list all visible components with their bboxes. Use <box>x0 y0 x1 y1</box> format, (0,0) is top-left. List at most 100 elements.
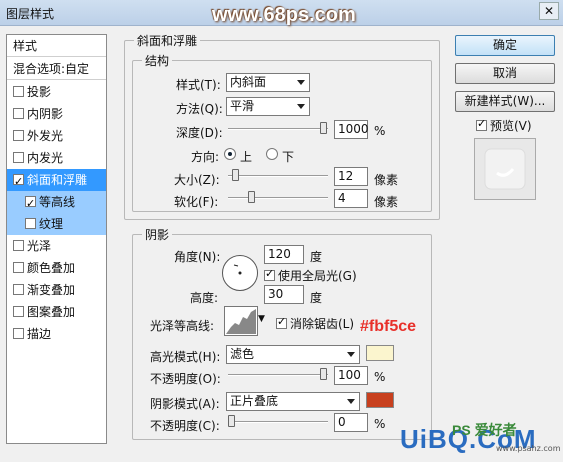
blending-options-item[interactable]: 混合选项:自定 <box>7 58 106 80</box>
direction-label: 方向: <box>191 150 220 164</box>
depth-unit: % <box>374 124 386 138</box>
size-label: 大小(Z): <box>174 173 220 187</box>
close-button[interactable]: ✕ <box>539 2 559 20</box>
style-label: 样式(T): <box>176 78 221 92</box>
direction-up-radio[interactable] <box>224 148 236 160</box>
style-item-stroke[interactable]: 描边 <box>7 323 106 345</box>
style-item-contour[interactable]: 等高线 <box>7 191 106 215</box>
style-item-label: 投影 <box>27 85 52 99</box>
style-select[interactable]: 内斜面 <box>226 73 310 92</box>
method-select[interactable]: 平滑 <box>226 97 310 116</box>
size-unit: 像素 <box>374 173 399 187</box>
preview-toggle[interactable]: 预览(V) <box>476 117 532 134</box>
highlight-mode-select[interactable]: 滤色 <box>226 345 360 364</box>
style-item-satin[interactable]: 光泽 <box>7 235 106 257</box>
depth-label: 深度(D): <box>176 126 223 140</box>
depth-input[interactable]: 1000 <box>334 120 369 139</box>
altitude-input[interactable]: 30 <box>264 285 304 304</box>
inner-glow-checkbox[interactable] <box>13 152 24 163</box>
size-input[interactable]: 12 <box>334 167 368 186</box>
global-light-label: 使用全局光(G) <box>278 269 357 283</box>
soften-label: 软化(F): <box>174 195 219 209</box>
anti-alias-checkbox[interactable] <box>276 315 287 329</box>
shading-title: 阴影 <box>142 226 173 243</box>
style-item-outer-glow[interactable]: 外发光 <box>7 125 106 147</box>
shadow-opacity-label: 不透明度(C): <box>150 419 220 433</box>
bevel-emboss-title: 斜面和浮雕 <box>134 32 201 49</box>
shadow-opacity-slider[interactable] <box>228 421 328 423</box>
gradient-overlay-checkbox[interactable] <box>13 284 24 295</box>
direction-down-radio[interactable] <box>266 148 278 160</box>
style-item-drop-shadow[interactable]: 投影 <box>7 81 106 103</box>
highlight-mode-label: 高光模式(H): <box>150 350 221 364</box>
new-style-button[interactable]: 新建样式(W)... <box>455 91 555 112</box>
angle-dial[interactable] <box>222 255 258 291</box>
gloss-contour-picker[interactable] <box>224 306 258 336</box>
inner-shadow-checkbox[interactable] <box>13 108 24 119</box>
style-item-label: 内阴影 <box>27 107 64 121</box>
watermark-url: www.psahz.com <box>496 444 561 453</box>
anti-alias-label: 消除锯齿(L) <box>290 317 355 331</box>
style-item-inner-shadow[interactable]: 内阴影 <box>7 103 106 125</box>
style-item-label: 颜色叠加 <box>27 261 76 275</box>
texture-checkbox[interactable] <box>25 218 36 229</box>
style-item-bevel-emboss[interactable]: 斜面和浮雕 <box>7 169 106 193</box>
window-title: 图层样式 <box>6 7 55 21</box>
direction-down-label: 下 <box>282 150 295 164</box>
anti-alias-toggle[interactable]: 消除锯齿(L) <box>276 315 354 332</box>
size-slider-thumb[interactable] <box>232 169 239 181</box>
highlight-opacity-slider[interactable] <box>228 374 328 376</box>
soften-input[interactable]: 4 <box>334 189 368 208</box>
shadow-mode-select[interactable]: 正片叠底 <box>226 392 360 411</box>
style-item-label: 斜面和浮雕 <box>27 173 88 187</box>
global-light-checkbox[interactable] <box>264 267 275 281</box>
style-item-label: 内发光 <box>27 151 64 165</box>
style-item-label: 纹理 <box>39 217 64 231</box>
bevel-emboss-checkbox[interactable] <box>13 171 24 193</box>
method-value: 平滑 <box>230 99 255 113</box>
shadow-mode-label: 阴影模式(A): <box>150 397 220 411</box>
altitude-label: 高度: <box>190 291 219 305</box>
cancel-button[interactable]: 取消 <box>455 63 555 84</box>
style-item-inner-glow[interactable]: 内发光 <box>7 147 106 169</box>
style-item-texture[interactable]: 纹理 <box>7 213 106 235</box>
soften-slider-thumb[interactable] <box>248 191 255 203</box>
angle-input[interactable]: 120 <box>264 245 304 264</box>
shadow-opacity-thumb[interactable] <box>228 415 235 427</box>
angle-label: 角度(N): <box>174 250 221 264</box>
contour-checkbox[interactable] <box>25 193 36 215</box>
styles-header[interactable]: 样式 <box>7 35 106 57</box>
highlight-opacity-label: 不透明度(O): <box>150 372 221 386</box>
shadow-color-swatch[interactable] <box>366 392 394 408</box>
color-overlay-checkbox[interactable] <box>13 262 24 273</box>
style-preview <box>474 138 536 200</box>
style-item-gradient-overlay[interactable]: 渐变叠加 <box>7 279 106 301</box>
size-slider[interactable] <box>228 175 328 177</box>
style-item-pattern-overlay[interactable]: 图案叠加 <box>7 301 106 323</box>
ok-button[interactable]: 确定 <box>455 35 555 56</box>
shadow-opacity-input[interactable]: 0 <box>334 413 368 432</box>
drop-shadow-checkbox[interactable] <box>13 86 24 97</box>
style-item-color-overlay[interactable]: 颜色叠加 <box>7 257 106 279</box>
style-item-label: 等高线 <box>39 195 76 209</box>
stroke-checkbox[interactable] <box>13 328 24 339</box>
depth-slider-thumb[interactable] <box>320 122 327 134</box>
preview-checkbox[interactable] <box>476 117 487 131</box>
direction-up-label: 上 <box>240 150 253 164</box>
outer-glow-checkbox[interactable] <box>13 130 24 141</box>
shadow-opacity-unit: % <box>374 417 386 431</box>
depth-slider[interactable] <box>228 128 328 130</box>
gloss-contour-label: 光泽等高线: <box>150 319 215 333</box>
highlight-color-swatch[interactable] <box>366 345 394 361</box>
structure-title: 结构 <box>142 52 173 69</box>
pattern-overlay-checkbox[interactable] <box>13 306 24 317</box>
angle-unit: 度 <box>310 250 323 264</box>
highlight-opacity-thumb[interactable] <box>320 368 327 380</box>
satin-checkbox[interactable] <box>13 240 24 251</box>
method-label: 方法(Q): <box>176 102 223 116</box>
highlight-opacity-input[interactable]: 100 <box>334 366 368 385</box>
soften-slider[interactable] <box>228 197 328 199</box>
styles-list: 样式 混合选项:自定 投影 内阴影 外发光 内发光 斜面和浮雕 等高线 纹理 光… <box>6 34 107 444</box>
contour-dropdown-arrow[interactable]: ▼ <box>258 314 265 324</box>
global-light-toggle[interactable]: 使用全局光(G) <box>264 267 357 284</box>
